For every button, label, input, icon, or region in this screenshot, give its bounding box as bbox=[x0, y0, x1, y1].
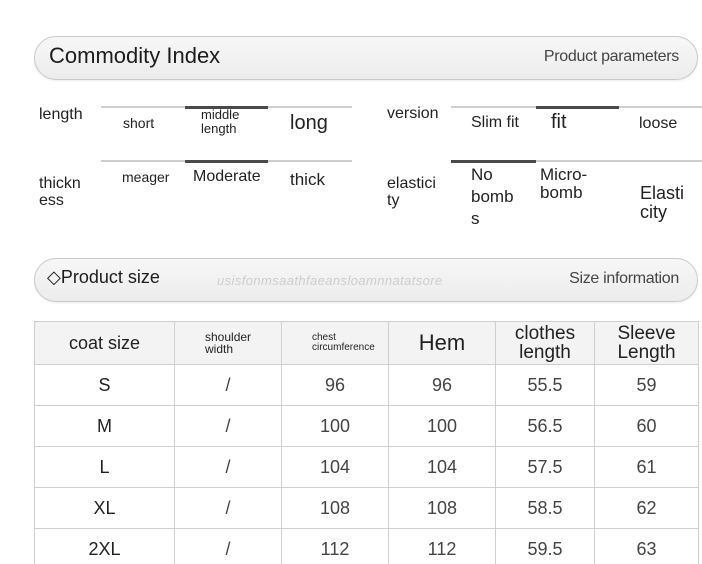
version-label: version bbox=[387, 105, 439, 122]
commodity-index-header: Commodity Index Product parameters bbox=[34, 36, 698, 80]
size-table: coat size shoulder width chest circumfer… bbox=[34, 321, 699, 564]
thickness-label: thickn ess bbox=[39, 175, 81, 209]
cell-clothes-length: 58.5 bbox=[495, 487, 595, 529]
cell-chest-circumference: 108 bbox=[281, 487, 389, 529]
cell-coat-size: XL bbox=[34, 487, 175, 529]
version-slim-rule bbox=[451, 106, 536, 108]
cell-shoulder-width: / bbox=[174, 405, 282, 447]
cell-chest-circumference: 96 bbox=[281, 364, 389, 406]
thickness-option-thick: thick bbox=[290, 170, 325, 189]
cell-shoulder-width: / bbox=[174, 487, 282, 529]
cell-sleeve-length: 59 bbox=[594, 364, 699, 406]
cell-sleeve-length: 61 bbox=[594, 446, 699, 488]
thickness-meager-rule bbox=[101, 160, 185, 162]
version-option-fit: fit bbox=[551, 111, 567, 133]
product-parameters-label: Product parameters bbox=[543, 48, 679, 65]
version-option-loose: loose bbox=[639, 115, 678, 132]
table-row: L/104 104 57.5 61 bbox=[34, 446, 699, 488]
cell-chest-circumference: 112 bbox=[281, 528, 389, 564]
thickness-moderate-rule-selected bbox=[185, 160, 268, 163]
cell-chest-circumference: 104 bbox=[281, 446, 389, 488]
header-chest-circumference: chest circumference bbox=[281, 321, 389, 365]
cell-sleeve-length: 60 bbox=[594, 405, 699, 447]
cell-coat-size: 2XL bbox=[34, 528, 175, 564]
length-long-rule bbox=[268, 106, 352, 108]
elasticity-option-micro-bomb: Micro- bomb bbox=[540, 165, 588, 202]
length-option-long: long bbox=[290, 112, 328, 134]
header-coat-size: coat size bbox=[34, 321, 175, 365]
size-table-body: S/96 96 55.5 59 M/100 100 56.5 60 L/104 104 57.5 61… bbox=[34, 364, 699, 564]
elasticity-option-elasticity: Elasti city bbox=[640, 183, 685, 222]
elasticity-no-bombs-rule-selected bbox=[451, 160, 536, 163]
size-table-header-row: coat size shoulder width chest circumfer… bbox=[34, 321, 699, 365]
cell-clothes-length: 57.5 bbox=[495, 446, 595, 488]
version-fit-rule-selected bbox=[536, 106, 619, 109]
thickness-option-moderate: Moderate bbox=[193, 168, 261, 185]
cell-shoulder-width: / bbox=[174, 446, 282, 488]
cell-coat-size: S bbox=[34, 364, 175, 406]
cell-hem: 108 bbox=[388, 487, 496, 529]
header-hem: Hem bbox=[388, 321, 496, 365]
cell-hem: 96 bbox=[388, 364, 496, 406]
cell-chest-circumference: 100 bbox=[281, 405, 389, 447]
table-row: XL/108 108 58.5 62 bbox=[34, 487, 699, 529]
version-option-slim-fit: Slim fit bbox=[471, 114, 519, 131]
cell-coat-size: L bbox=[34, 446, 175, 488]
thickness-thick-rule bbox=[268, 160, 352, 162]
length-label: length bbox=[39, 106, 83, 123]
cell-sleeve-length: 62 bbox=[594, 487, 699, 529]
cell-clothes-length: 55.5 bbox=[495, 364, 595, 406]
cell-hem: 104 bbox=[388, 446, 496, 488]
version-loose-rule bbox=[619, 106, 702, 108]
product-size-header: ◇Product size usisfonmsaathfaeansloamnna… bbox=[34, 258, 698, 302]
elasticity-option-no-bombs: No bomb s bbox=[471, 165, 514, 229]
commodity-index-title: Commodity Index bbox=[49, 43, 221, 68]
elasticity-elasticity-rule bbox=[619, 160, 702, 162]
product-size-watermark: usisfonmsaathfaeansloamnnatatsore bbox=[217, 273, 443, 288]
cell-hem: 112 bbox=[388, 528, 496, 564]
length-option-short: short bbox=[123, 115, 155, 131]
table-row: S/96 96 55.5 59 bbox=[34, 364, 699, 406]
table-row: 2XL/112 112 59.5 63 bbox=[34, 528, 699, 564]
cell-shoulder-width: / bbox=[174, 528, 282, 564]
elasticity-micro-bomb-rule bbox=[536, 160, 619, 162]
cell-shoulder-width: / bbox=[174, 364, 282, 406]
cell-sleeve-length: 63 bbox=[594, 528, 699, 564]
header-shoulder-width: shoulder width bbox=[174, 321, 282, 365]
table-row: M/100 100 56.5 60 bbox=[34, 405, 699, 447]
cell-coat-size: M bbox=[34, 405, 175, 447]
header-clothes-length: clothes length bbox=[495, 321, 595, 365]
cell-hem: 100 bbox=[388, 405, 496, 447]
cell-clothes-length: 56.5 bbox=[495, 405, 595, 447]
length-short-rule bbox=[101, 106, 185, 108]
size-information-label: Size information bbox=[569, 270, 679, 287]
elasticity-label: elastici ty bbox=[387, 175, 436, 209]
cell-clothes-length: 59.5 bbox=[495, 528, 595, 564]
header-sleeve-length: Sleeve Length bbox=[594, 321, 699, 365]
product-size-title: ◇Product size bbox=[47, 267, 160, 287]
thickness-option-meager: meager bbox=[122, 169, 170, 185]
length-option-middle: middle length bbox=[201, 107, 240, 136]
